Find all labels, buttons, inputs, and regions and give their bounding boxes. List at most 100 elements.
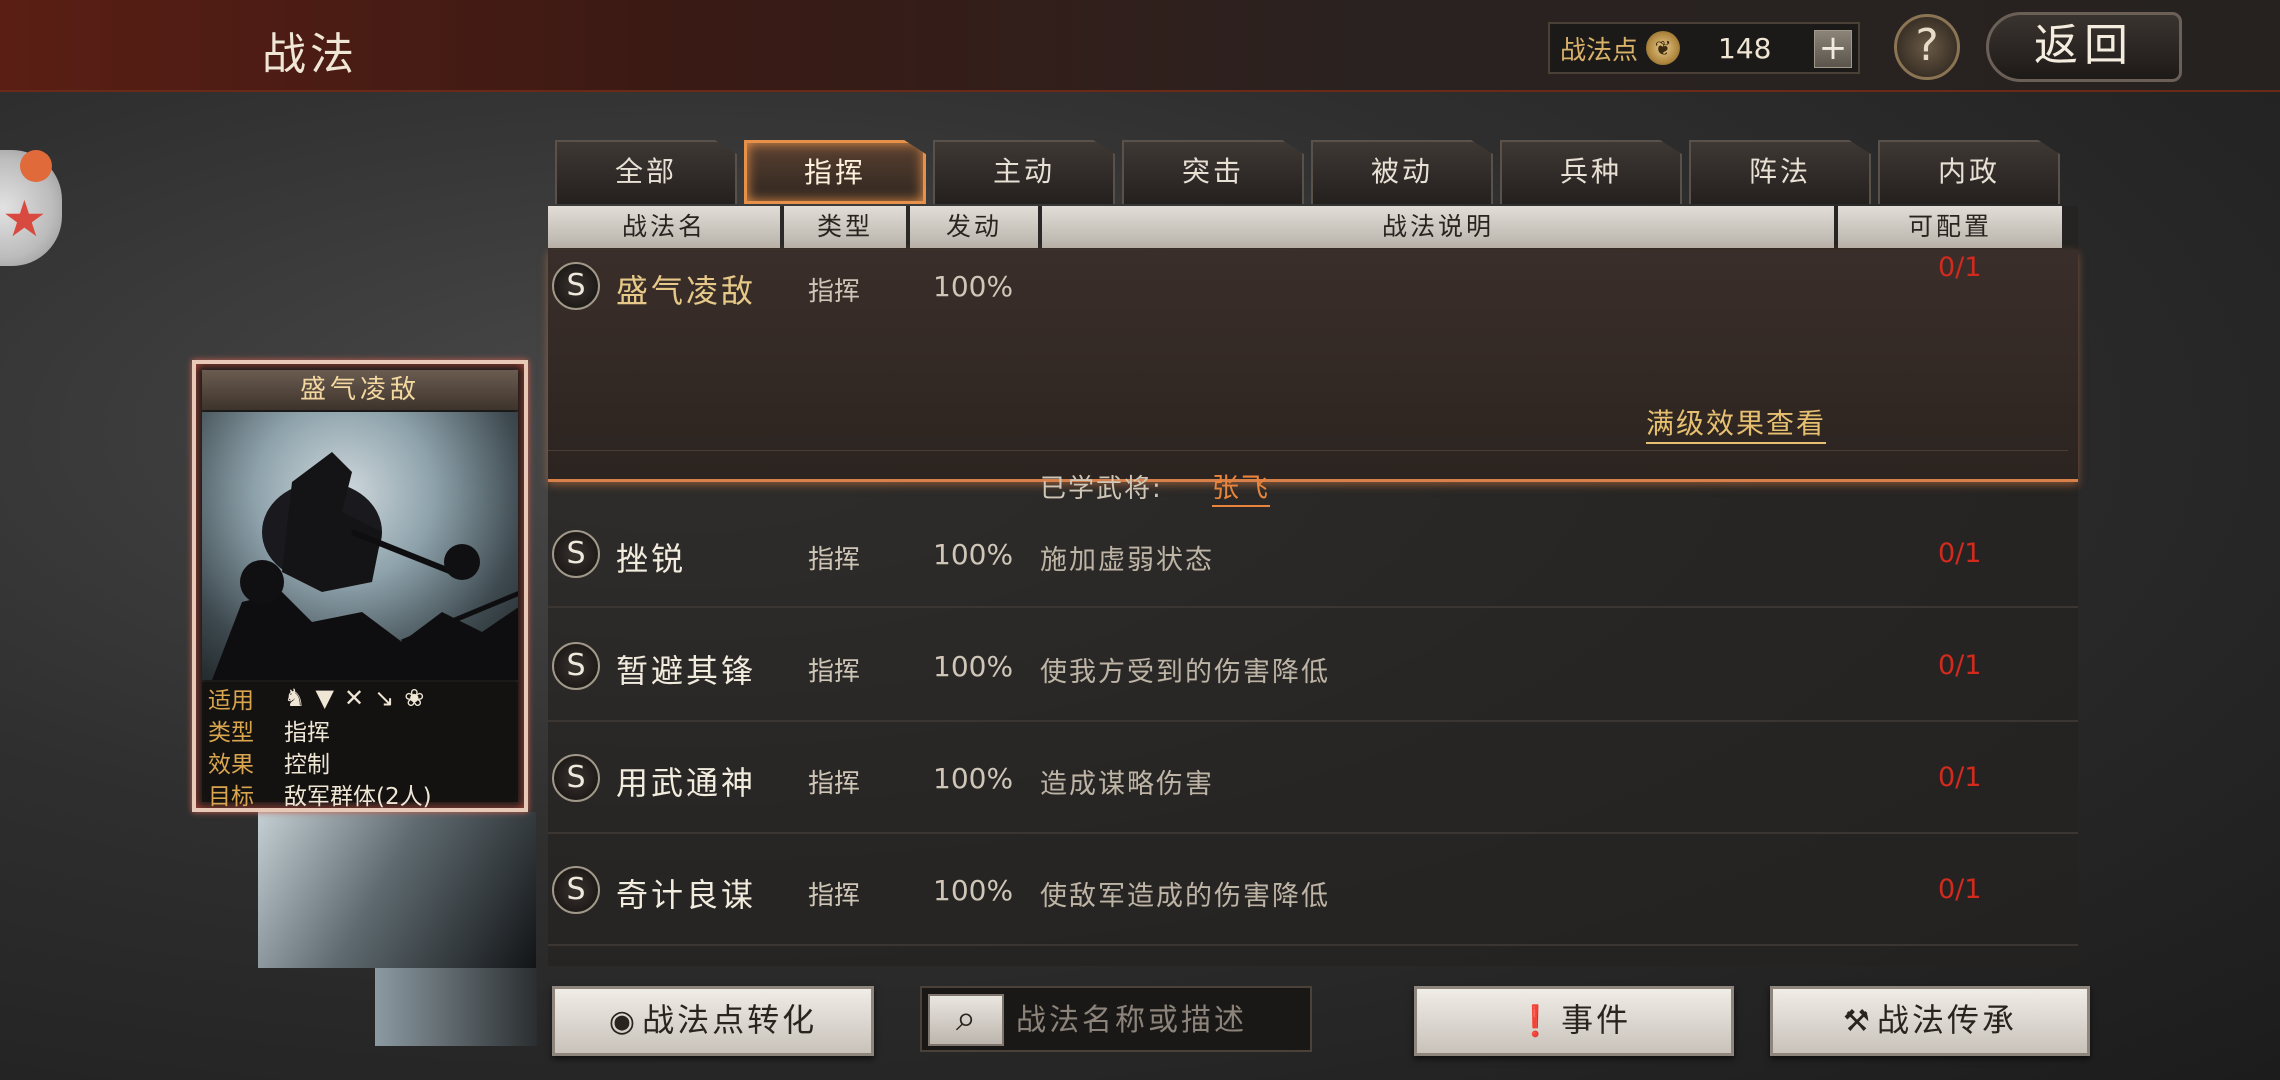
- skill-name: 暂避其锋: [616, 652, 757, 690]
- skill-rate: 100%: [933, 650, 1014, 683]
- card-row-key: 适用: [208, 688, 254, 714]
- skill-name: 盛气凌敌: [616, 272, 757, 310]
- table-row[interactable]: S 奇计良谋 指挥 100% 使敌军造成的伤害降低 0/1: [548, 840, 2078, 946]
- skill-rate: 100%: [933, 538, 1014, 571]
- skill-type: 指挥: [808, 545, 861, 575]
- notification-dot-icon: [20, 150, 52, 182]
- skill-config: 0/1: [1938, 252, 1982, 283]
- card-artwork: [202, 412, 518, 680]
- skill-points-box: 战法点 ❦ 148 +: [1548, 22, 1860, 74]
- table-row[interactable]: S 挫锐 指挥 100% 施加虚弱状态 0/1: [548, 504, 2078, 608]
- skill-desc: 造成谋略伤害: [1040, 769, 1214, 800]
- page-title: 战法: [262, 29, 358, 80]
- events-button[interactable]: ❗ 事件: [1414, 986, 1734, 1056]
- search-icon[interactable]: ⌕: [928, 994, 1004, 1046]
- skill-name: 用武通神: [616, 764, 757, 802]
- card-row-target: 目标 敌军群体(2人): [202, 778, 518, 810]
- header-config: 可配置: [1838, 206, 2062, 248]
- bow-icon: ✕: [343, 684, 365, 712]
- search-input[interactable]: [1016, 996, 1306, 1044]
- wheel-icon: ❀: [404, 684, 425, 712]
- skill-rate: 100%: [933, 762, 1014, 795]
- events-label: 事件: [1561, 1001, 1632, 1039]
- cavalry-icon: ♞: [284, 684, 306, 712]
- max-level-effect-link[interactable]: 满级效果查看: [1646, 402, 1827, 444]
- table-row[interactable]: S 用武通神 指挥 100% 造成谋略伤害 0/1: [548, 728, 2078, 834]
- convert-points-label: 战法点转化: [642, 1001, 818, 1039]
- tab-formation[interactable]: 阵法: [1689, 140, 1871, 204]
- skill-name: 挫锐: [616, 540, 687, 578]
- header-rate: 发动: [910, 206, 1038, 248]
- skill-type: 指挥: [808, 277, 861, 307]
- warrior-silhouette-icon: [212, 452, 518, 680]
- card-row-key: 效果: [208, 752, 254, 778]
- card-info: 适用 ♞ ▼ ✕ ↘ ❀ 类型 指挥 效果 控制 目标 敌军群体(2人): [202, 682, 518, 810]
- learned-general-link[interactable]: 张飞: [1212, 466, 1270, 507]
- skill-rate: 100%: [933, 874, 1014, 907]
- card-row-value: 敌军群体(2人): [284, 784, 432, 810]
- header-type: 类型: [784, 206, 906, 248]
- skill-config: 0/1: [1938, 874, 1982, 905]
- header-name: 战法名: [548, 206, 780, 248]
- s-rank-badge: S: [552, 262, 600, 310]
- flame-icon: ◉: [608, 1004, 639, 1039]
- skill-points-label: 战法点: [1560, 35, 1639, 66]
- skill-rate: 100%: [933, 270, 1014, 303]
- skill-card: 盛气凌敌 适用 ♞ ▼ ✕ ↘ ❀ 类型 指挥 效果 控制 目标 敌军群体(2人…: [192, 360, 528, 812]
- skill-points-value: 148: [1718, 31, 1772, 65]
- tab-all[interactable]: 全部: [555, 140, 737, 204]
- card-row-key: 目标: [208, 784, 254, 810]
- tab-troop[interactable]: 兵种: [1500, 140, 1682, 204]
- skill-type: 指挥: [808, 657, 861, 687]
- skill-inherit-label: 战法传承: [1876, 1001, 2017, 1039]
- skill-points-icon: ❦: [1646, 31, 1681, 65]
- table-row-selected[interactable]: S 盛气凌敌 指挥 100% 0/1 满级效果查看 已学武将: 张飞: [548, 250, 2078, 507]
- s-rank-badge: S: [552, 866, 600, 914]
- learned-generals-label: 已学武将:: [1040, 474, 1163, 504]
- star-icon: ★: [2, 190, 47, 248]
- skill-type: 指挥: [808, 769, 861, 799]
- search-box: ⌕: [920, 986, 1312, 1052]
- hammer-icon: ⚒: [1843, 1004, 1873, 1039]
- row-divider: [548, 450, 2068, 451]
- header-desc: 战法说明: [1042, 206, 1834, 248]
- tab-active[interactable]: 主动: [933, 140, 1115, 204]
- skill-inherit-button[interactable]: ⚒ 战法传承: [1770, 986, 2090, 1056]
- card-row-applicable: 适用 ♞ ▼ ✕ ↘ ❀: [202, 682, 518, 714]
- card-back-art-2: [375, 968, 537, 1046]
- tab-domestic[interactable]: 内政: [1878, 140, 2060, 204]
- card-row-key: 类型: [208, 720, 254, 746]
- skill-config: 0/1: [1938, 650, 1982, 681]
- shield-icon: ▼: [315, 684, 334, 712]
- spear-icon: ↘: [374, 684, 395, 712]
- card-row-type: 类型 指挥: [202, 714, 518, 746]
- help-button[interactable]: ?: [1894, 14, 1960, 80]
- card-row-value: 指挥: [284, 720, 330, 746]
- skill-config: 0/1: [1938, 538, 1982, 569]
- card-row-effect: 效果 控制: [202, 746, 518, 778]
- tab-passive[interactable]: 被动: [1311, 140, 1493, 204]
- table-header: 战法名 类型 发动 战法说明 可配置: [548, 206, 2078, 248]
- skill-desc: 施加虚弱状态: [1040, 545, 1214, 576]
- table-row[interactable]: S 暂避其锋 指挥 100% 使我方受到的伤害降低 0/1: [548, 616, 2078, 722]
- s-rank-badge: S: [552, 642, 600, 690]
- skill-config: 0/1: [1938, 762, 1982, 793]
- tab-command[interactable]: 指挥: [744, 140, 926, 204]
- s-rank-badge: S: [552, 754, 600, 802]
- tab-assault[interactable]: 突击: [1122, 140, 1304, 204]
- s-rank-badge: S: [552, 530, 600, 578]
- skill-desc: 使我方受到的伤害降低: [1040, 657, 1330, 688]
- skill-name: 奇计良谋: [616, 876, 757, 914]
- card-row-value: 控制: [284, 752, 330, 778]
- top-bar: 战法 战法点 ❦ 148 + ? 返回: [0, 0, 2280, 92]
- alert-icon: ❗: [1516, 1004, 1558, 1039]
- card-title: 盛气凌敌: [202, 370, 518, 410]
- back-button[interactable]: 返回: [1986, 12, 2182, 82]
- convert-points-button[interactable]: ◉ 战法点转化: [552, 986, 874, 1056]
- category-tabs: 全部 指挥 主动 突击 被动 兵种 阵法 内政: [555, 140, 2067, 204]
- add-points-button[interactable]: +: [1814, 30, 1852, 68]
- skill-table: 战法名 类型 发动 战法说明 可配置 S 盛气凌敌 指挥 100% 0/1 满级…: [548, 206, 2078, 966]
- skill-desc: 使敌军造成的伤害降低: [1040, 881, 1330, 912]
- card-back-art: [258, 812, 536, 968]
- skill-type: 指挥: [808, 881, 861, 911]
